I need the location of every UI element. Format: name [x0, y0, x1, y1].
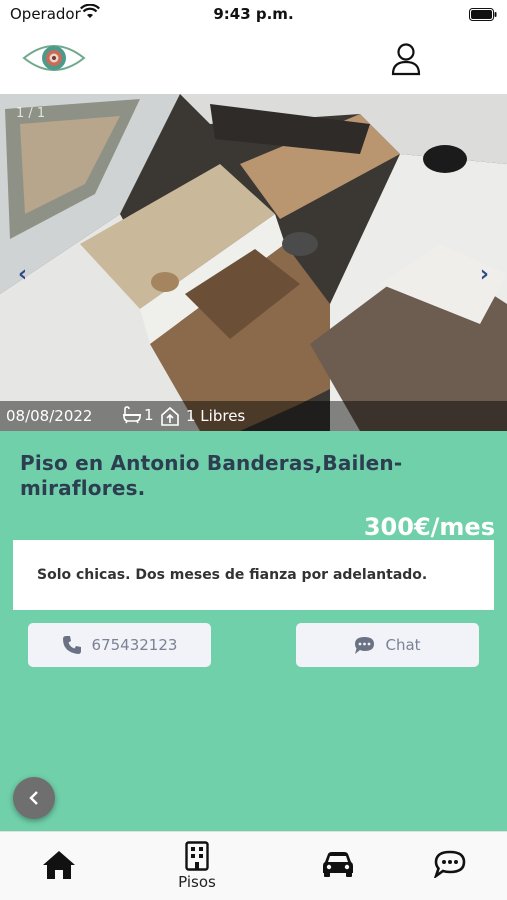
- listing-detail: Piso en Antonio Banderas,Bailen-miraflor…: [0, 431, 507, 831]
- tab-car[interactable]: [293, 832, 383, 900]
- battery-icon: [469, 7, 497, 25]
- bathroom-count-value: 1: [144, 406, 154, 424]
- tab-chat[interactable]: [405, 832, 495, 900]
- listing-title: Piso en Antonio Banderas,Bailen-miraflor…: [20, 451, 403, 500]
- phone-number: 675432123: [91, 636, 178, 654]
- building-icon: [185, 841, 209, 875]
- chevron-left-icon: [29, 791, 38, 805]
- bottom-tab-bar: Pisos: [0, 831, 507, 900]
- bathtub-icon: [123, 406, 141, 424]
- phone-icon: [62, 636, 81, 654]
- photo-info-strip: 08/08/2022 1 1 Libres: [0, 401, 507, 431]
- free-rooms-value: 1 Libres: [186, 407, 246, 425]
- bathroom-count: 1: [122, 406, 154, 424]
- status-bar: Operador 9:43 p.m.: [0, 0, 507, 28]
- user-profile-icon[interactable]: [391, 42, 421, 76]
- call-button[interactable]: 675432123: [28, 623, 211, 667]
- chat-bubble-icon: [433, 850, 466, 882]
- free-rooms: 1 Libres: [160, 406, 245, 426]
- chevron-right-icon[interactable]: ›: [480, 262, 489, 287]
- chat-bubble-icon: [355, 636, 375, 654]
- chat-button[interactable]: Chat: [296, 623, 479, 667]
- house-arrow-icon: [161, 406, 179, 426]
- photo-gallery[interactable]: 1 / 1 ‹ › 08/08/2022 1 1 Libres: [0, 94, 507, 431]
- chevron-left-icon[interactable]: ‹: [18, 262, 27, 287]
- apartment-photo: [0, 94, 507, 431]
- back-button[interactable]: [13, 777, 55, 819]
- chat-label: Chat: [385, 636, 421, 654]
- photo-counter: 1 / 1: [16, 106, 46, 121]
- listing-price: 300€/mes: [363, 513, 495, 541]
- tab-pisos[interactable]: Pisos: [152, 832, 242, 900]
- tab-home[interactable]: [14, 832, 104, 900]
- car-icon: [322, 850, 354, 882]
- description-card: Solo chicas. Dos meses de fianza por ade…: [13, 540, 494, 610]
- app-header: [0, 28, 507, 94]
- publish-date: 08/08/2022: [6, 407, 93, 425]
- listing-description: Solo chicas. Dos meses de fianza por ade…: [37, 567, 428, 583]
- eye-logo-icon: [22, 40, 86, 80]
- home-icon: [42, 850, 76, 884]
- clock: 9:43 p.m.: [213, 5, 294, 23]
- tab-pisos-label: Pisos: [178, 873, 216, 891]
